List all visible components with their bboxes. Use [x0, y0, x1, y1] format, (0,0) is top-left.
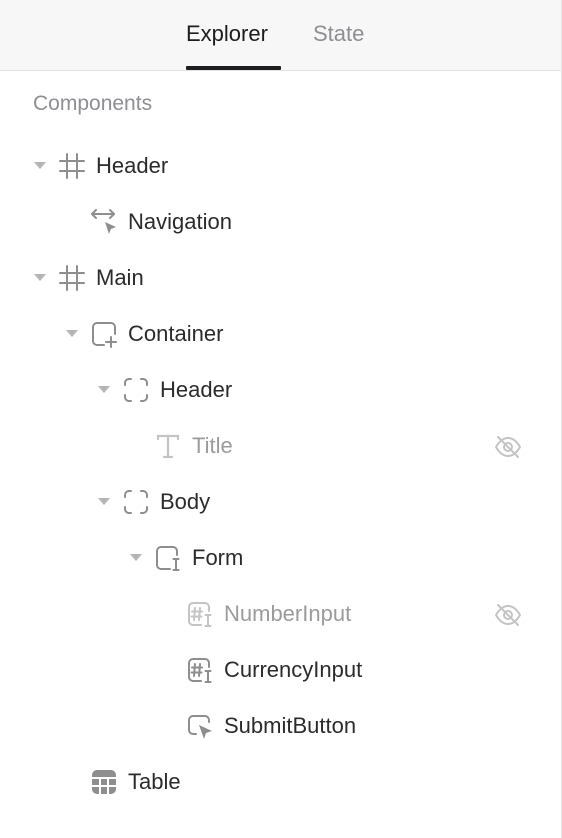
tree-item-label: Navigation: [128, 209, 232, 234]
dashed-frame-icon: [122, 376, 150, 404]
table-icon: [90, 768, 118, 796]
tree-item-label: Header: [96, 153, 169, 178]
tree-item-title[interactable]: Title: [0, 418, 561, 474]
caret-down-icon[interactable]: [34, 274, 46, 281]
tab-state[interactable]: State: [313, 20, 364, 48]
caret-down-icon[interactable]: [34, 162, 46, 169]
number-input-icon: [186, 656, 214, 684]
tree-item-container[interactable]: Container: [0, 306, 561, 362]
navigation-arrows-icon: [90, 208, 118, 236]
tree-item-table[interactable]: Table: [0, 754, 561, 810]
tree-item-header[interactable]: Header: [0, 138, 561, 194]
caret-down-icon[interactable]: [66, 330, 78, 337]
tree-item-submitbutton[interactable]: SubmitButton: [0, 698, 561, 754]
tree-item-navigation[interactable]: Navigation: [0, 194, 561, 250]
frame-grid-icon: [58, 152, 86, 180]
caret-down-icon[interactable]: [98, 386, 110, 393]
tab-bar: Explorer State: [0, 0, 561, 71]
tree-item-label: Form: [192, 545, 244, 570]
tree-item-body[interactable]: Body: [0, 474, 561, 530]
container-add-icon: [90, 320, 118, 348]
tree-item-label: SubmitButton: [224, 713, 357, 738]
frame-grid-icon: [58, 264, 86, 292]
dashed-frame-icon: [122, 488, 150, 516]
explorer-panel: Explorer State Components Header Navigat…: [0, 0, 562, 838]
section-label-components: Components: [33, 92, 153, 115]
tree-item-label: Title: [192, 433, 233, 458]
tree-item-label: Body: [160, 489, 211, 514]
tree-item-currencyinput[interactable]: CurrencyInput: [0, 642, 561, 698]
eye-hidden-icon[interactable]: [494, 433, 522, 461]
tree-item-label: Main: [96, 265, 144, 290]
tab-explorer[interactable]: Explorer: [186, 20, 268, 48]
number-input-icon: [186, 600, 214, 628]
active-tab-indicator: [186, 66, 281, 70]
button-cursor-icon: [186, 712, 214, 740]
tree-item-label: Table: [128, 769, 181, 794]
tree-item-label: NumberInput: [224, 601, 352, 626]
tree-item-label: Header: [160, 377, 233, 402]
tree-item-label: Container: [128, 321, 224, 346]
tree-item-form[interactable]: Form: [0, 530, 561, 586]
text-icon: [154, 432, 182, 460]
caret-down-icon[interactable]: [98, 498, 110, 505]
tree-item-main[interactable]: Main: [0, 250, 561, 306]
tree-item-container-header[interactable]: Header: [0, 362, 561, 418]
tree-item-label: CurrencyInput: [224, 657, 363, 682]
eye-hidden-icon[interactable]: [494, 601, 522, 629]
form-icon: [154, 544, 182, 572]
tree-item-numberinput[interactable]: NumberInput: [0, 586, 561, 642]
caret-down-icon[interactable]: [130, 554, 142, 561]
